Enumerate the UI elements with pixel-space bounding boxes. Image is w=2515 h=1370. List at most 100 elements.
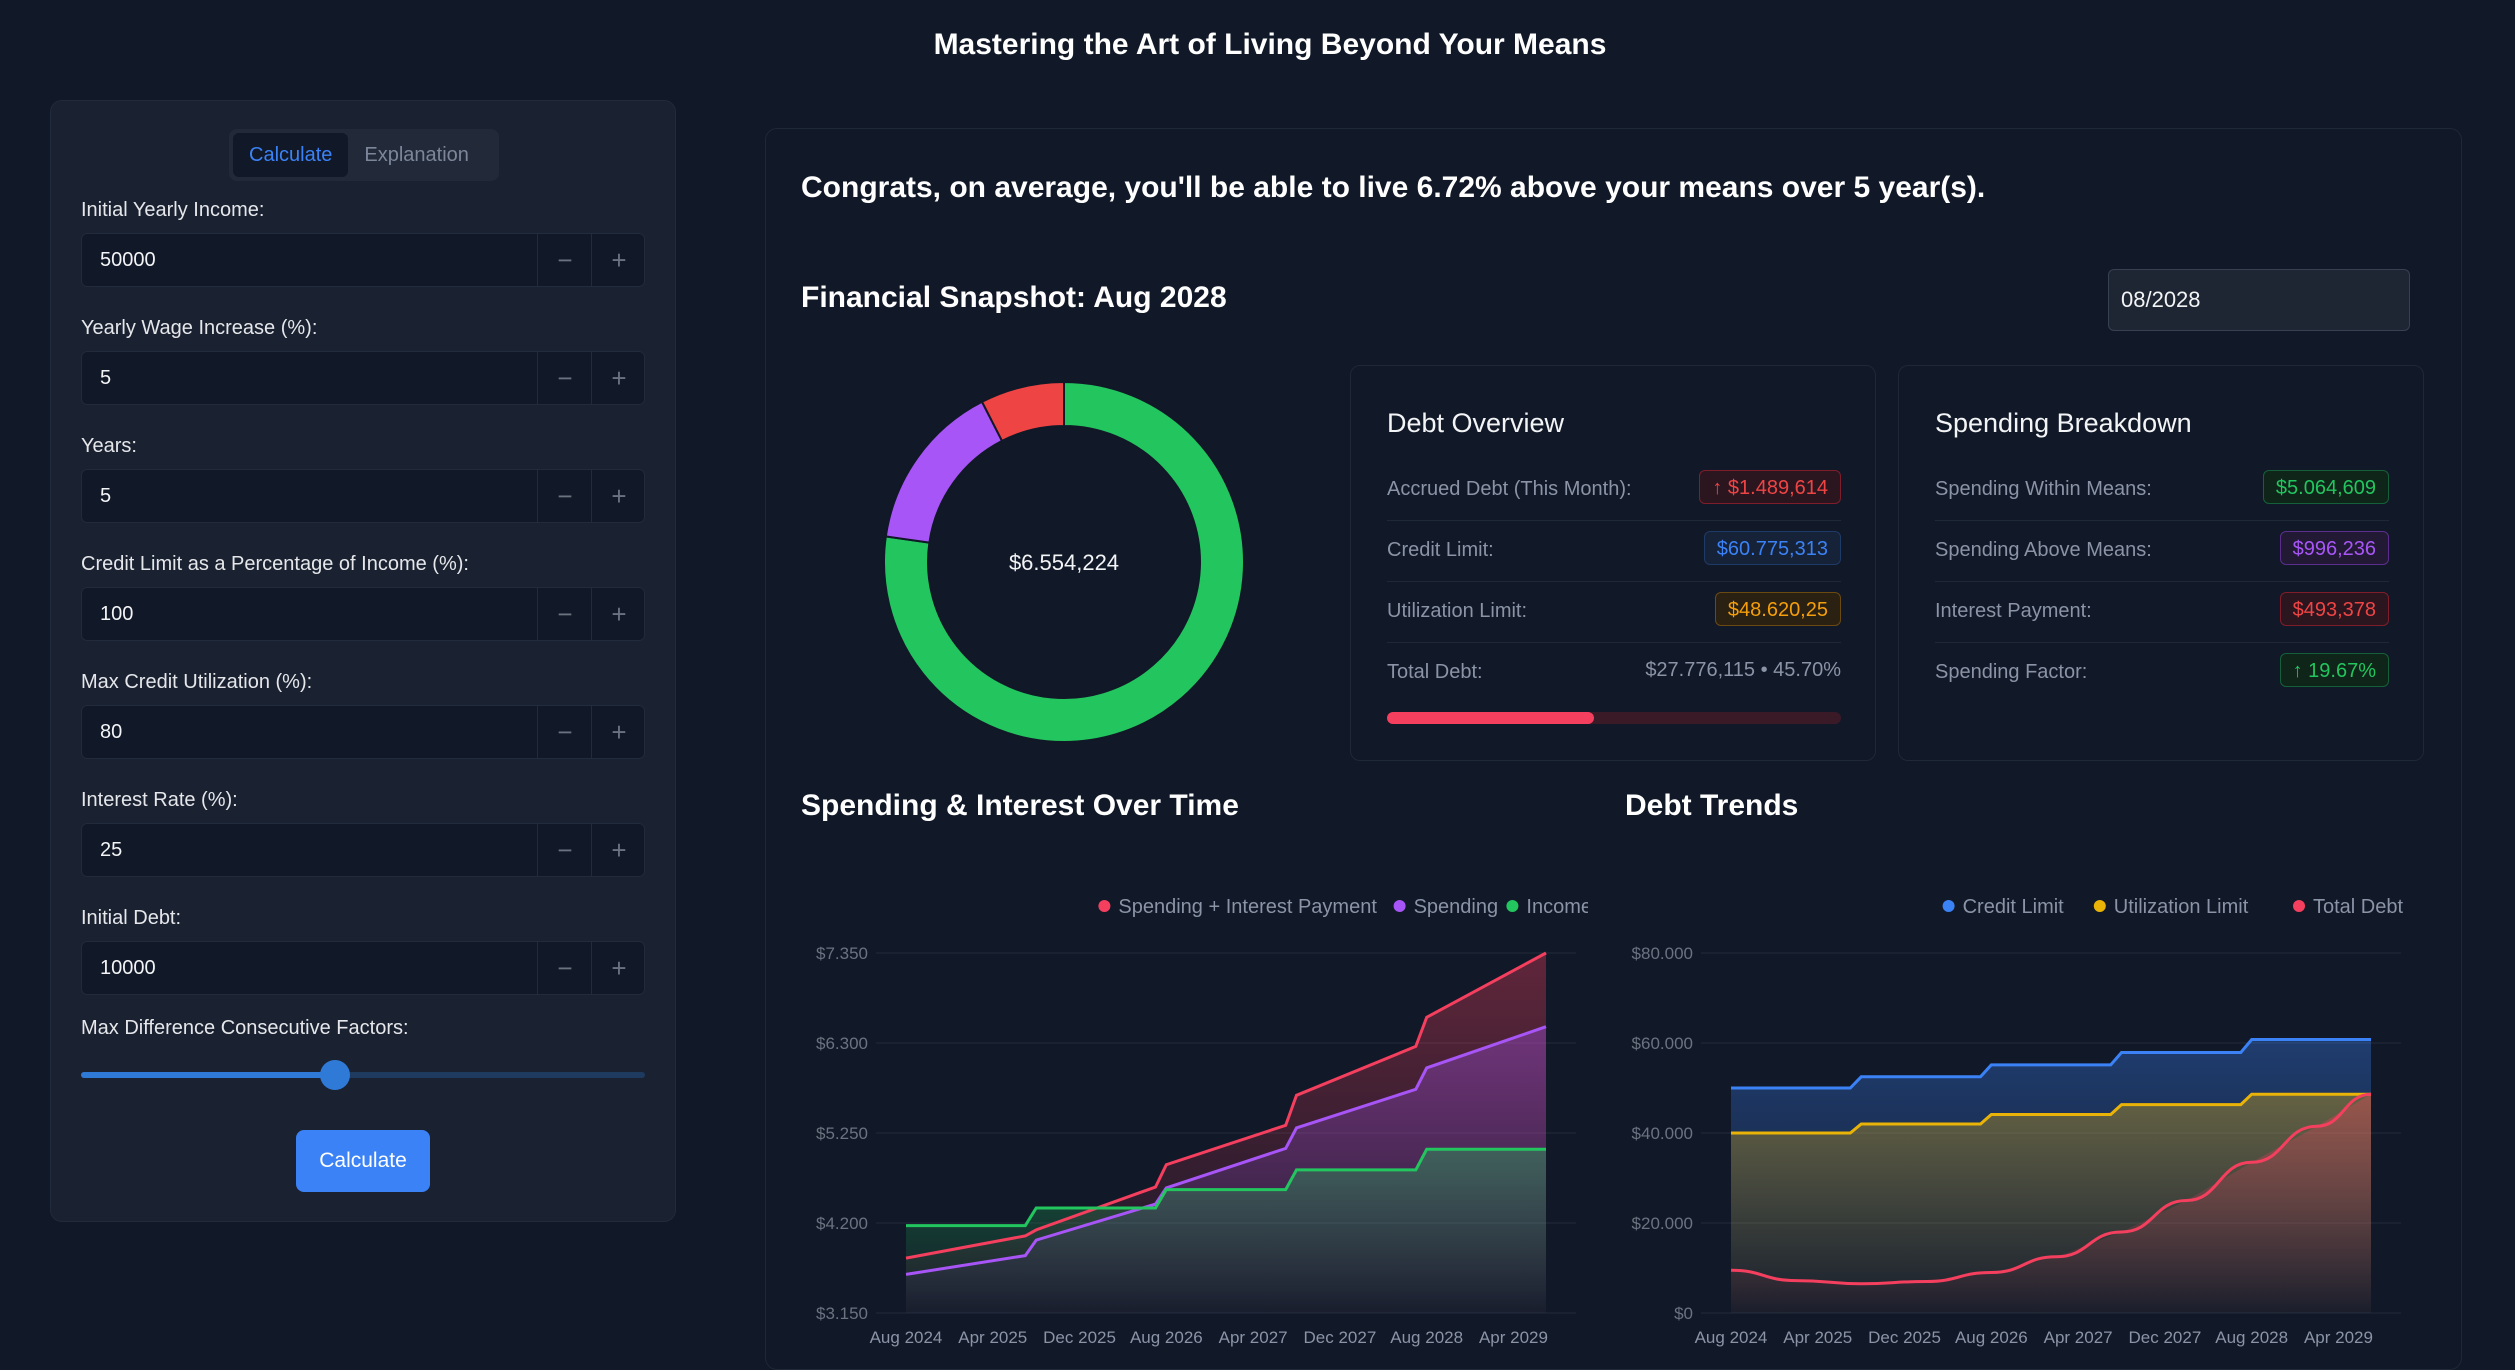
initial-income-value[interactable]: 50000	[100, 249, 156, 272]
results-panel: Congrats, on average, you'll be able to …	[765, 128, 2462, 1370]
debt-trends-chart: $0 $20.000 $40.000 $60.000 $80.000 Aug 2024 Ap…	[1632, 896, 2404, 1347]
snapshot-title: Financial Snapshot: Aug 2028	[801, 281, 1227, 314]
x-tick-label: Apr 2029	[1479, 1328, 1548, 1347]
spending-breakdown-card: Spending Breakdown Spending Within Means…	[1898, 365, 2424, 761]
y-tick-label: $4.200	[816, 1214, 868, 1233]
decrement-button[interactable]: −	[537, 470, 592, 522]
debt-row: Total Debt: $27.776,115 • 45.70%	[1387, 643, 1841, 703]
debt-row-value: $60.775,313	[1703, 531, 1841, 565]
debt-row-label: Credit Limit:	[1387, 539, 1494, 561]
spending-row-label: Spending Above Means:	[1935, 539, 2152, 561]
years-value[interactable]: 5	[100, 485, 111, 508]
max-utilization-field[interactable]: 80 − +	[81, 705, 645, 759]
y-tick-label: $20.000	[1632, 1214, 1693, 1233]
legend-dot	[1098, 900, 1111, 912]
legend-label[interactable]: Income	[1526, 896, 1588, 918]
x-tick-label: Aug 2024	[870, 1328, 943, 1347]
x-tick-label: Dec 2025	[1868, 1328, 1941, 1347]
legend-dot	[1506, 900, 1519, 912]
x-tick-label: Aug 2026	[1955, 1328, 2028, 1347]
spending-row: Spending Factor: ↑ 19.67%	[1935, 643, 2389, 703]
legend-dot	[1942, 900, 1955, 912]
spending-interest-chart: $3.150 $4.200 $5.250 $6.300 $7.350 Aug 2024 Ap…	[816, 896, 1588, 1347]
x-tick-label: Dec 2027	[1304, 1328, 1377, 1347]
initial-income-field[interactable]: 50000 − +	[81, 233, 645, 287]
x-tick-label: Aug 2028	[1390, 1328, 1463, 1347]
decrement-button[interactable]: −	[537, 942, 592, 994]
y-tick-label: $7.350	[816, 944, 868, 963]
spending-donut-chart: $6.554,224	[881, 379, 1247, 745]
debt-row-label: Total Debt:	[1387, 661, 1483, 683]
years-field[interactable]: 5 − +	[81, 469, 645, 523]
decrement-button[interactable]: −	[537, 352, 592, 404]
x-tick-label: Aug 2026	[1130, 1328, 1203, 1347]
factor-slider[interactable]	[81, 1060, 645, 1090]
debt-row-value: $27.776,115 • 45.70%	[1645, 659, 1841, 681]
debt-chart-title: Debt Trends	[1625, 789, 1799, 822]
spending-row: Spending Within Means: $5.064,609	[1935, 460, 2389, 521]
increment-button[interactable]: +	[591, 588, 646, 640]
interest-rate-value[interactable]: 25	[100, 839, 122, 862]
credit-limit-percent-value[interactable]: 100	[100, 603, 133, 626]
debt-row-value: ↑ $1.489,614	[1699, 470, 1841, 504]
spending-row-value: $493,378	[2279, 592, 2389, 626]
increment-button[interactable]: +	[591, 706, 646, 758]
y-tick-label: $40.000	[1632, 1124, 1693, 1143]
decrement-button[interactable]: −	[537, 706, 592, 758]
x-tick-label: Apr 2029	[2304, 1328, 2373, 1347]
legend-label[interactable]: Spending	[1414, 896, 1499, 918]
debt-overview-card: Debt Overview Accrued Debt (This Month):…	[1350, 365, 1876, 761]
legend-label[interactable]: Credit Limit	[1963, 896, 2065, 918]
debt-overview-title: Debt Overview	[1387, 408, 1565, 438]
spending-row-label: Spending Factor:	[1935, 661, 2088, 683]
spending-row: Spending Above Means: $996,236	[1935, 521, 2389, 582]
max-utilization-label: Max Credit Utilization (%):	[81, 671, 313, 693]
increment-button[interactable]: +	[591, 942, 646, 994]
debt-row-label: Accrued Debt (This Month):	[1387, 478, 1632, 500]
x-tick-label: Apr 2025	[958, 1328, 1027, 1347]
x-tick-label: Apr 2027	[2044, 1328, 2113, 1347]
spending-chart-title: Spending & Interest Over Time	[801, 789, 1239, 822]
month-picker-input[interactable]: 08/2028	[2108, 269, 2410, 331]
debt-row: Utilization Limit: $48.620,25	[1387, 582, 1841, 643]
legend-label[interactable]: Spending + Interest Payment	[1118, 896, 1377, 918]
slider-thumb[interactable]	[319, 1060, 350, 1090]
interest-rate-field[interactable]: 25 − +	[81, 823, 645, 877]
x-tick-label: Apr 2027	[1219, 1328, 1288, 1347]
calculate-button[interactable]: Calculate	[296, 1130, 430, 1192]
mode-tabs: Calculate Explanation	[229, 129, 499, 181]
initial-debt-value[interactable]: 10000	[100, 957, 156, 980]
decrement-button[interactable]: −	[537, 588, 592, 640]
decrement-button[interactable]: −	[537, 824, 592, 876]
initial-debt-label: Initial Debt:	[81, 907, 182, 929]
spending-row-value: $996,236	[2279, 531, 2389, 565]
debt-progress-fill	[1387, 712, 1595, 724]
legend-dot	[1393, 900, 1406, 912]
increment-button[interactable]: +	[591, 352, 646, 404]
x-tick-label: Apr 2025	[1783, 1328, 1852, 1347]
increment-button[interactable]: +	[591, 470, 646, 522]
initial-debt-field[interactable]: 10000 − +	[81, 941, 645, 995]
max-utilization-value[interactable]: 80	[100, 721, 122, 744]
tab-calculate[interactable]: Calculate	[233, 133, 349, 177]
credit-limit-percent-field[interactable]: 100 − +	[81, 587, 645, 641]
donut-center-label: $6.554,224	[1009, 550, 1119, 575]
donut-slice	[884, 400, 1004, 544]
wage-increase-field[interactable]: 5 − +	[81, 351, 645, 405]
increment-button[interactable]: +	[591, 824, 646, 876]
input-panel: Calculate Explanation Initial Yearly Inc…	[50, 100, 676, 1222]
legend-label[interactable]: Utilization Limit	[2114, 896, 2249, 918]
increment-button[interactable]: +	[591, 234, 646, 286]
initial-income-label: Initial Yearly Income:	[81, 199, 265, 221]
spending-breakdown-title: Spending Breakdown	[1935, 408, 2192, 438]
slider-label: Max Difference Consecutive Factors:	[81, 1017, 409, 1039]
tab-explanation[interactable]: Explanation	[348, 133, 485, 177]
y-tick-label: $60.000	[1632, 1034, 1693, 1053]
debt-progress-bar	[1387, 712, 1841, 724]
wage-increase-value[interactable]: 5	[100, 367, 111, 390]
decrement-button[interactable]: −	[537, 234, 592, 286]
debt-row-value: $48.620,25	[1714, 592, 1841, 626]
legend-label[interactable]: Total Debt	[2313, 896, 2403, 918]
y-tick-label: $0	[1674, 1304, 1693, 1323]
spending-row-value: ↑ 19.67%	[2279, 653, 2389, 687]
